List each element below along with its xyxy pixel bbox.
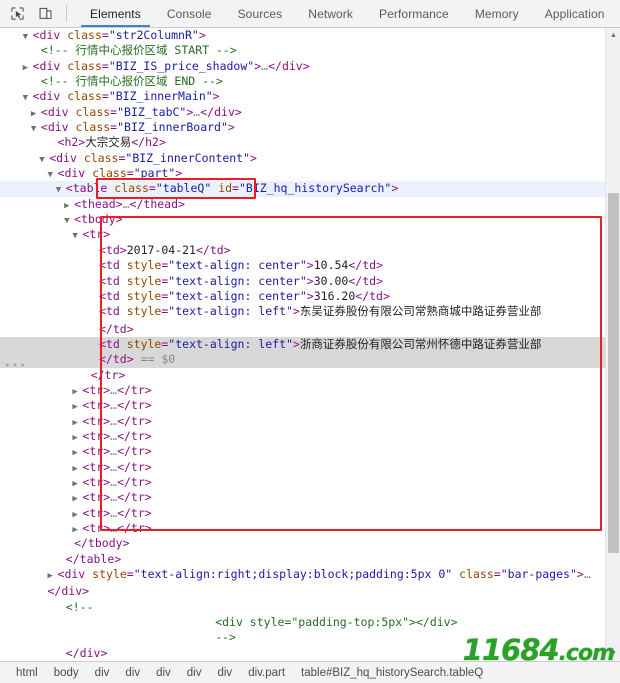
- breadcrumb-item-body[interactable]: body: [46, 667, 87, 679]
- toolbar-icon-group: [0, 0, 77, 27]
- dom-tree-node[interactable]: </table>: [0, 552, 620, 567]
- breadcrumb-item-div-4[interactable]: div: [179, 667, 210, 679]
- tab-performance-label: Performance: [379, 6, 449, 21]
- breadcrumb-item-div-1[interactable]: div: [87, 667, 118, 679]
- dom-tree-node[interactable]: ▶ <tr>…</tr>: [0, 398, 620, 413]
- dom-tree-scrollbar[interactable]: ▲ ▼: [605, 28, 620, 661]
- dom-tree-node[interactable]: ▶ <tr>…</tr>: [0, 429, 620, 444]
- dom-tree-node[interactable]: ▶ <div class="BIZ_IS_price_shadow">…</div…: [0, 59, 620, 74]
- dom-tree-node[interactable]: ▶ <tr>…</tr>: [0, 383, 620, 398]
- dom-tree-node[interactable]: <td style="text-align: center">10.54</td…: [0, 258, 620, 273]
- dom-tree-node-content: </div>: [56, 646, 620, 661]
- breadcrumb-item-table[interactable]: table#BIZ_hq_historySearch.tableQ: [293, 667, 491, 679]
- breadcrumb-item-div-3[interactable]: div: [148, 667, 179, 679]
- tab-network-label: Network: [308, 6, 354, 21]
- breadcrumb: html body div div div div div div.part t…: [0, 661, 620, 683]
- toolbar-divider: [66, 5, 67, 22]
- twisty-placeholder: [89, 306, 99, 321]
- dom-tree-node[interactable]: ▶ <thead>…</thead>: [0, 197, 620, 212]
- tab-sources-label: Sources: [237, 6, 283, 21]
- dom-tree-node[interactable]: ▶ <tr>…</tr>: [0, 460, 620, 475]
- twisty-placeholder: [56, 648, 66, 661]
- tab-application[interactable]: Application: [532, 0, 618, 27]
- dom-tree-node[interactable]: <td style="text-align: center">316.20</t…: [0, 289, 620, 304]
- tab-console[interactable]: Console: [154, 0, 225, 27]
- tab-sources[interactable]: Sources: [225, 0, 296, 27]
- dom-tree-node[interactable]: <!-- 行情中心报价区域 END -->: [0, 74, 620, 89]
- selected-node-gutter-marker: •••: [4, 359, 27, 372]
- panel-tab-bar: Elements Console Sources Network Perform…: [77, 0, 620, 27]
- dom-tree-node[interactable]: <td>2017-04-21</td>: [0, 243, 620, 258]
- dom-tree-node[interactable]: ▼ <div class="str2ColumnR">: [0, 28, 620, 43]
- dom-tree-node[interactable]: <td style="text-align: left">浙商证券股份有限公司常…: [0, 336, 620, 353]
- dom-tree-node[interactable]: ▶ <div class="BIZ_tabC">…</div>: [0, 105, 620, 120]
- dom-tree-node[interactable]: ▶ <tr>…</tr>: [0, 414, 620, 429]
- dom-tree-node[interactable]: -->: [0, 630, 620, 645]
- dom-tree-node[interactable]: <div style="padding-top:5px"></div>: [0, 615, 620, 630]
- dom-tree-node[interactable]: ▶ <tr>…</tr>: [0, 506, 620, 521]
- breadcrumb-item-div-5[interactable]: div: [209, 667, 240, 679]
- dom-tree-node[interactable]: <!--: [0, 600, 620, 615]
- devtools-toolbar: Elements Console Sources Network Perform…: [0, 0, 620, 28]
- tab-elements-label: Elements: [90, 6, 141, 21]
- scroll-up-arrow-icon[interactable]: ▲: [606, 28, 620, 43]
- tab-memory[interactable]: Memory: [462, 0, 532, 27]
- scroll-down-arrow-icon[interactable]: ▼: [606, 646, 620, 661]
- dom-tree-node[interactable]: </tbody>: [0, 536, 620, 551]
- dom-tree-node[interactable]: ▶ <tr>…</tr>: [0, 521, 620, 536]
- dom-tree-node[interactable]: <!-- 行情中心报价区域 START -->: [0, 43, 620, 58]
- dom-tree-node[interactable]: ▶ <tr>…</tr>: [0, 444, 620, 459]
- device-toolbar-icon[interactable]: [36, 5, 54, 23]
- tab-application-label: Application: [544, 6, 605, 21]
- dom-tree-node[interactable]: ▶ <div style="text-align:right;display:bl…: [0, 567, 620, 600]
- dom-tree-node[interactable]: <td style="text-align: left">东吴证券股份有限公司常…: [0, 304, 620, 321]
- dom-tree-node[interactable]: </div>: [0, 646, 620, 661]
- breadcrumb-item-div-2[interactable]: div: [117, 667, 148, 679]
- dom-tree-node[interactable]: ▼ <div class="part">: [0, 166, 620, 181]
- dom-tree-node-content: ▶ <div style="text-align:right;display:bl…: [47, 567, 591, 599]
- dom-tree-node[interactable]: ▶ <tr>…</tr>: [0, 475, 620, 490]
- dom-tree-node[interactable]: ▼ <table class="tableQ" id="BIZ_hq_histor…: [0, 181, 620, 197]
- dom-tree-node[interactable]: ▼ <div class="BIZ_innerMain">: [0, 89, 620, 104]
- dom-tree-node[interactable]: </td> == $0: [0, 352, 620, 368]
- breadcrumb-item-div-part[interactable]: div.part: [240, 667, 293, 679]
- dom-tree-root: ▼ <div class="str2ColumnR"> <!-- 行情中心报价区域…: [0, 28, 620, 661]
- tab-elements[interactable]: Elements: [77, 0, 154, 27]
- dom-tree-node[interactable]: ▼ <tbody>: [0, 212, 620, 227]
- dom-tree-node[interactable]: ▼ <tr>: [0, 227, 620, 242]
- scrollbar-thumb[interactable]: [608, 193, 619, 553]
- twisty-collapsed-icon[interactable]: ▶: [48, 569, 58, 584]
- dom-tree-node[interactable]: <h2>大宗交易</h2>: [0, 135, 620, 150]
- dom-tree-node[interactable]: </tr>: [0, 368, 620, 383]
- tab-memory-label: Memory: [474, 6, 519, 21]
- dom-tree-pane[interactable]: ▼ <div class="str2ColumnR"> <!-- 行情中心报价区域…: [0, 28, 620, 661]
- dom-tree-node[interactable]: </td>: [0, 322, 620, 337]
- dom-tree-node[interactable]: ▼ <div class="BIZ_innerContent">: [0, 151, 620, 166]
- dom-tree-node[interactable]: <td style="text-align: center">30.00</td…: [0, 274, 620, 289]
- dom-tree-node[interactable]: ▶ <tr>…</tr>: [0, 490, 620, 505]
- tab-console-label: Console: [166, 6, 212, 21]
- breadcrumb-item-html[interactable]: html: [8, 667, 46, 679]
- inspect-element-icon[interactable]: [8, 5, 26, 23]
- tab-performance[interactable]: Performance: [366, 0, 462, 27]
- dom-tree-node[interactable]: ▼ <div class="BIZ_innerBoard">: [0, 120, 620, 135]
- devtools-window: Elements Console Sources Network Perform…: [0, 0, 620, 683]
- dom-tree-node-content: <td style="text-align: left">东吴证券股份有限公司常…: [89, 304, 620, 321]
- tab-network[interactable]: Network: [295, 0, 366, 27]
